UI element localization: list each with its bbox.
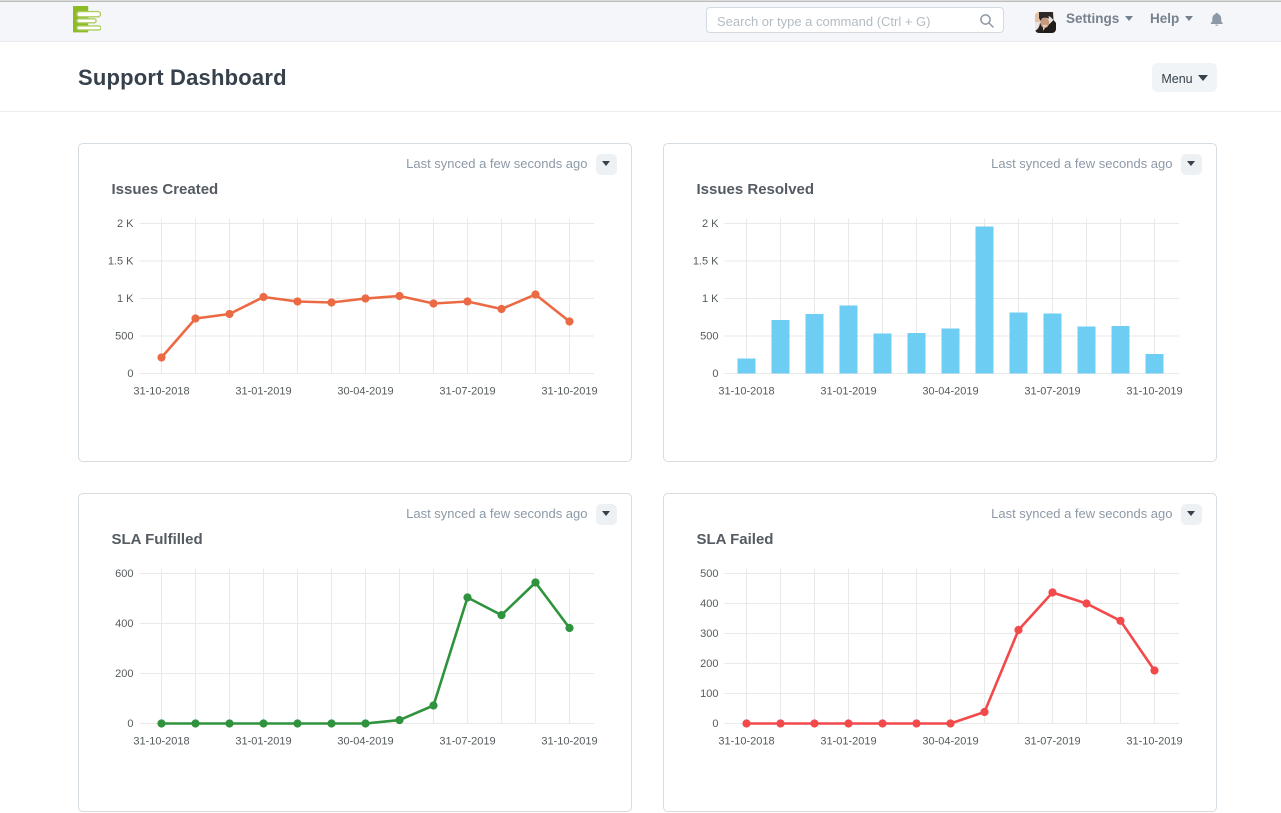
svg-text:600: 600 <box>115 568 133 580</box>
svg-text:30-04-2019: 30-04-2019 <box>922 735 978 747</box>
svg-text:1 K: 1 K <box>701 293 718 305</box>
svg-text:31-07-2019: 31-07-2019 <box>1024 735 1080 747</box>
svg-text:400: 400 <box>700 598 718 610</box>
svg-text:31-10-2018: 31-10-2018 <box>718 385 774 397</box>
svg-text:1.5 K: 1.5 K <box>107 255 133 267</box>
svg-text:31-01-2019: 31-01-2019 <box>235 385 291 397</box>
svg-text:31-10-2018: 31-10-2018 <box>133 385 189 397</box>
svg-text:30-04-2019: 30-04-2019 <box>337 385 393 397</box>
svg-text:31-07-2019: 31-07-2019 <box>439 735 495 747</box>
svg-text:31-07-2019: 31-07-2019 <box>439 385 495 397</box>
svg-text:200: 200 <box>700 658 718 670</box>
svg-text:200: 200 <box>115 668 133 680</box>
svg-text:1 K: 1 K <box>116 293 133 305</box>
svg-text:31-01-2019: 31-01-2019 <box>820 385 876 397</box>
svg-text:0: 0 <box>127 718 133 730</box>
svg-text:2 K: 2 K <box>701 218 718 230</box>
svg-text:100: 100 <box>700 688 718 700</box>
svg-text:31-10-2018: 31-10-2018 <box>718 735 774 747</box>
svg-text:1.5 K: 1.5 K <box>692 255 718 267</box>
svg-text:31-10-2019: 31-10-2019 <box>1126 385 1182 397</box>
svg-text:500: 500 <box>700 568 718 580</box>
svg-text:400: 400 <box>115 618 133 630</box>
svg-text:31-10-2018: 31-10-2018 <box>133 735 189 747</box>
svg-text:30-04-2019: 30-04-2019 <box>922 385 978 397</box>
svg-text:500: 500 <box>700 330 718 342</box>
svg-text:31-10-2019: 31-10-2019 <box>541 385 597 397</box>
svg-text:0: 0 <box>712 368 718 380</box>
svg-text:31-10-2019: 31-10-2019 <box>1126 735 1182 747</box>
svg-text:500: 500 <box>115 330 133 342</box>
svg-text:31-01-2019: 31-01-2019 <box>820 735 876 747</box>
svg-text:31-07-2019: 31-07-2019 <box>1024 385 1080 397</box>
svg-text:0: 0 <box>712 718 718 730</box>
svg-text:0: 0 <box>127 368 133 380</box>
svg-text:300: 300 <box>700 628 718 640</box>
svg-text:31-10-2019: 31-10-2019 <box>541 735 597 747</box>
svg-text:2 K: 2 K <box>116 218 133 230</box>
svg-text:31-01-2019: 31-01-2019 <box>235 735 291 747</box>
svg-text:30-04-2019: 30-04-2019 <box>337 735 393 747</box>
